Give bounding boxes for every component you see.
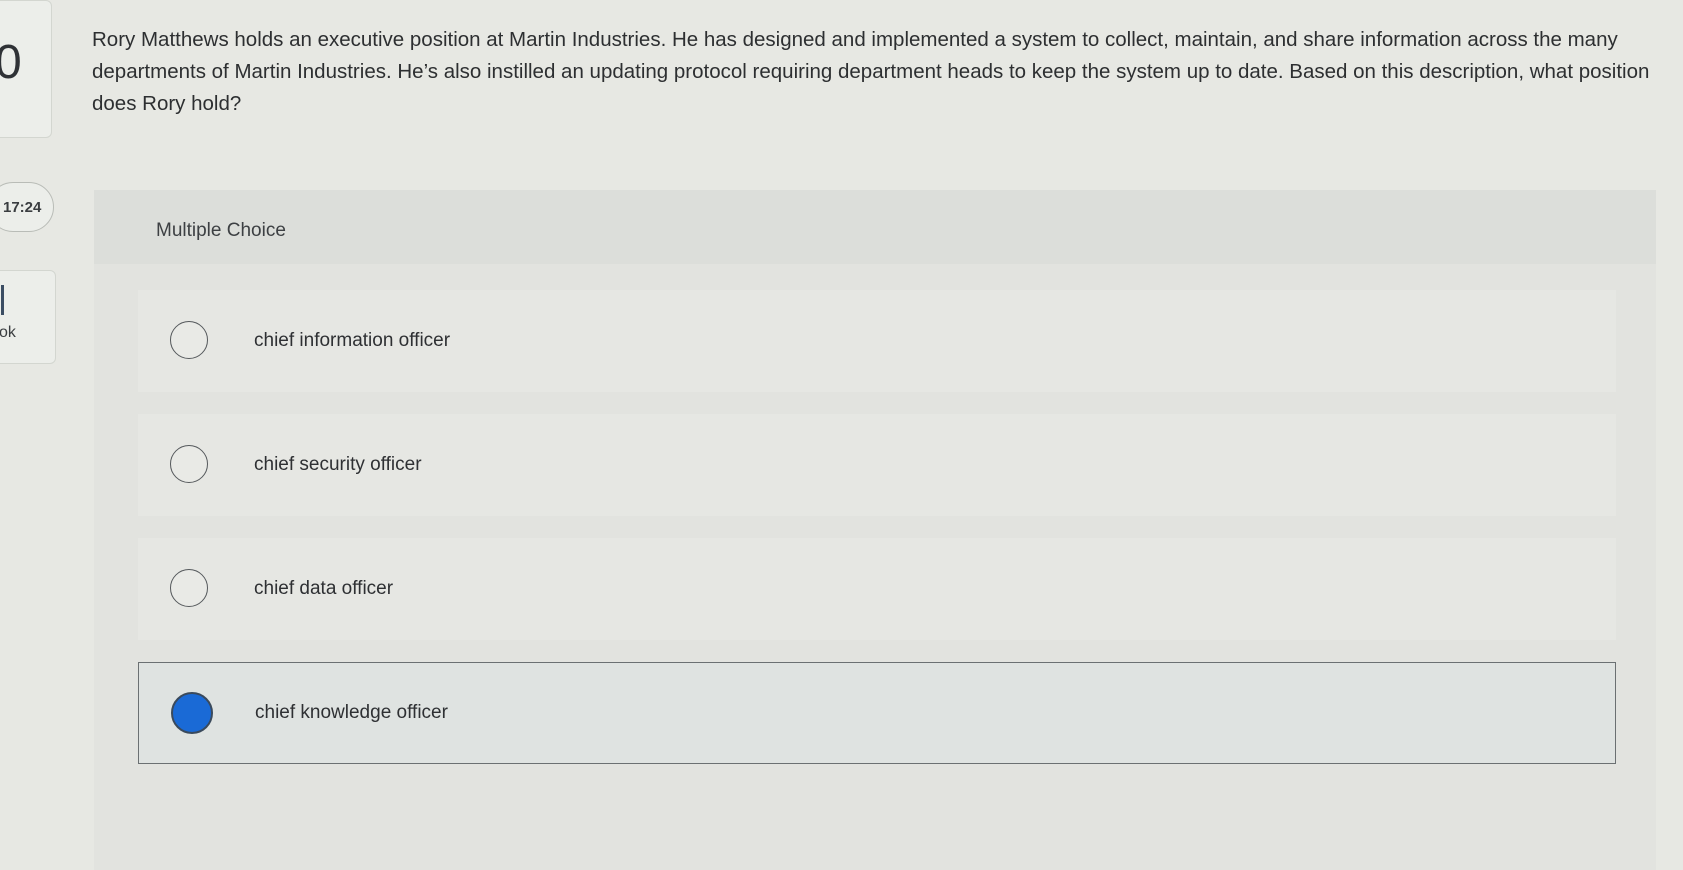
- answer-panel: Multiple Choice chief information office…: [94, 190, 1656, 870]
- answer-option-1[interactable]: chief information officer: [138, 290, 1616, 392]
- answer-label: chief information officer: [254, 330, 451, 351]
- ebook-label: ok: [0, 324, 16, 341]
- panel-header: Multiple Choice: [94, 190, 1656, 264]
- timer-badge: 17:24: [0, 182, 55, 232]
- ebook-button[interactable]: ok: [0, 270, 56, 364]
- question-text: Rory Matthews holds an executive positio…: [92, 28, 1650, 115]
- question-number-card: 0: [0, 0, 52, 138]
- book-icon: [1, 285, 4, 315]
- answer-option-4[interactable]: chief knowledge officer: [138, 662, 1616, 764]
- question-type-label: Multiple Choice: [156, 220, 286, 241]
- radio-unselected-icon[interactable]: [170, 445, 208, 483]
- answer-label: chief knowledge officer: [255, 702, 448, 723]
- radio-unselected-icon[interactable]: [170, 321, 208, 359]
- answer-option-3[interactable]: chief data officer: [138, 538, 1616, 640]
- radio-unselected-icon[interactable]: [170, 569, 208, 607]
- radio-selected-icon[interactable]: [171, 692, 213, 734]
- answer-option-2[interactable]: chief security officer: [138, 414, 1616, 516]
- question-number: 0: [0, 36, 22, 89]
- answer-label: chief security officer: [254, 454, 422, 475]
- answer-label: chief data officer: [254, 578, 394, 599]
